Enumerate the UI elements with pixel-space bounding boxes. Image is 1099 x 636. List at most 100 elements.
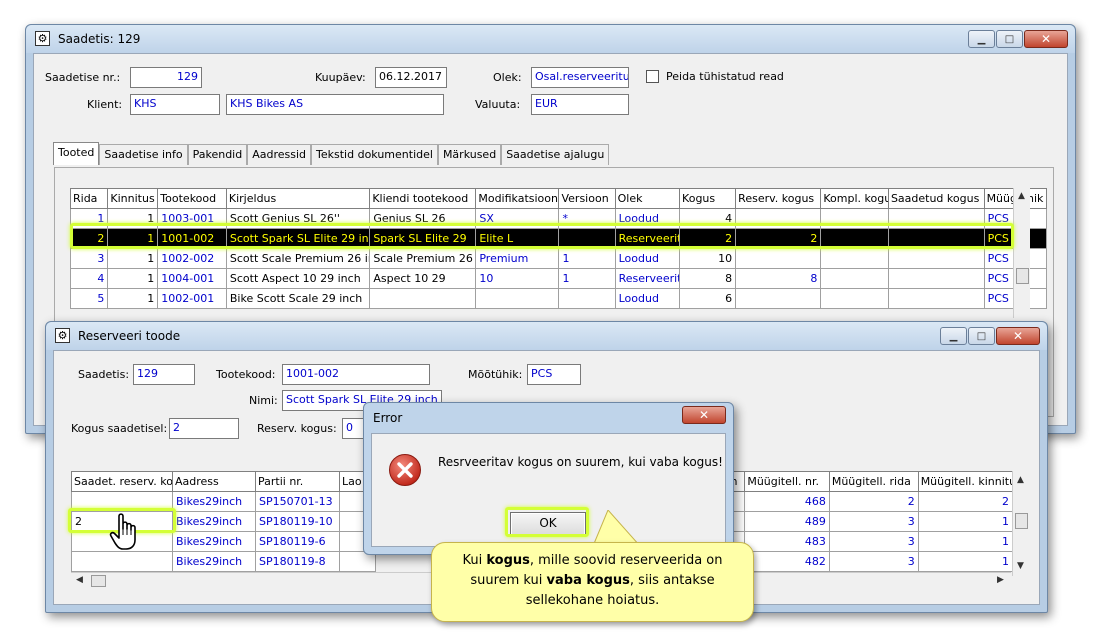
- shipment-qty-field[interactable]: 2: [169, 418, 239, 439]
- maximize-button[interactable]: □: [968, 327, 995, 345]
- tab-notes[interactable]: Märkused: [437, 144, 502, 165]
- currency-field[interactable]: EUR: [531, 94, 629, 115]
- grid-cell[interactable]: 1: [558, 268, 616, 289]
- grid-cell[interactable]: Loodud: [614, 288, 681, 309]
- grid-cell[interactable]: Aspect 10 29: [369, 268, 477, 289]
- grid-cell[interactable]: [887, 268, 985, 289]
- grid-cell[interactable]: [369, 288, 477, 309]
- col-header-reserve-qty[interactable]: Saadet. reserv. kogus: [71, 471, 173, 492]
- tab-shipment-history[interactable]: Saadetise ajalugu: [501, 144, 610, 165]
- col-header-description[interactable]: Kirjeldus: [225, 188, 371, 209]
- grid-cell[interactable]: [820, 248, 889, 269]
- grid-cell[interactable]: 468: [744, 491, 830, 512]
- grid-cell[interactable]: 1: [107, 248, 159, 269]
- reserve-unit-field[interactable]: PCS: [527, 364, 581, 385]
- grid-cell[interactable]: 483: [744, 531, 830, 552]
- grid-cell[interactable]: 482: [744, 551, 830, 572]
- grid-cell[interactable]: Loodud: [614, 248, 681, 269]
- tab-shipment-info[interactable]: Saadetise info: [99, 144, 188, 165]
- grid-cell[interactable]: 1: [107, 288, 159, 309]
- minimize-button[interactable]: ▁: [940, 327, 967, 345]
- grid-cell[interactable]: 1002-002: [157, 248, 227, 269]
- col-header-sales-order-confirmation[interactable]: Müügitell. kinnitus: [917, 471, 1014, 492]
- scroll-thumb[interactable]: [1015, 513, 1028, 529]
- grid-cell[interactable]: 1: [107, 268, 159, 289]
- grid-cell[interactable]: 2: [917, 491, 1014, 512]
- col-header-version[interactable]: Versioon: [558, 188, 616, 209]
- table-row[interactable]: 482 3 1: [713, 551, 1014, 572]
- col-header-sent-qty[interactable]: Saadetud kogus: [887, 188, 985, 209]
- client-name-field[interactable]: KHS Bikes AS: [226, 94, 444, 115]
- grid-cell[interactable]: [887, 288, 985, 309]
- grid-cell[interactable]: 5: [69, 288, 109, 309]
- close-button[interactable]: ✕: [996, 327, 1040, 345]
- scroll-up-arrow-icon[interactable]: ▲: [1017, 475, 1024, 485]
- status-field[interactable]: Osal.reserveeritud: [531, 67, 629, 88]
- grid-cell[interactable]: 489: [744, 511, 830, 532]
- table-row[interactable]: Bikes29inch SP180119-8: [71, 551, 376, 572]
- col-header-batch-no[interactable]: Partii nr.: [255, 471, 340, 492]
- grid-cell[interactable]: Scale Premium 26: [369, 248, 477, 269]
- reserve-grid-vscrollbar[interactable]: ▲ ▼: [1012, 471, 1029, 576]
- products-grid-scrollbar[interactable]: ▲: [1013, 188, 1030, 318]
- error-close-button[interactable]: ✕: [682, 406, 726, 424]
- grid-cell[interactable]: Scott Aspect 10 29 inch: [225, 268, 371, 289]
- reserve-code-field[interactable]: 1001-002: [282, 364, 430, 385]
- col-header-sales-order-no[interactable]: Müügitell. nr.: [744, 471, 830, 492]
- grid-cell[interactable]: 3: [828, 511, 919, 532]
- grid-cell[interactable]: 3: [828, 551, 919, 572]
- grid-cell[interactable]: [887, 248, 985, 269]
- tab-addresses[interactable]: Aadressid: [247, 144, 312, 165]
- scroll-left-arrow-icon[interactable]: ◀: [76, 575, 83, 585]
- tab-products[interactable]: Tooted: [53, 142, 100, 165]
- col-header-quantity[interactable]: Kogus: [679, 188, 737, 209]
- grid-cell[interactable]: 3: [69, 248, 109, 269]
- tab-document-texts[interactable]: Tekstid dokumentidel: [311, 144, 438, 165]
- grid-cell[interactable]: 1: [558, 248, 616, 269]
- grid-cell[interactable]: [558, 288, 616, 309]
- table-row[interactable]: 489 3 1: [713, 511, 1014, 532]
- grid-cell[interactable]: 1004-001: [157, 268, 227, 289]
- col-header-row[interactable]: Rida: [69, 188, 109, 209]
- grid-cell[interactable]: 1: [917, 551, 1014, 572]
- client-code-field[interactable]: KHS: [130, 94, 220, 115]
- scroll-up-arrow-icon[interactable]: ▲: [1018, 191, 1025, 201]
- reserve-shipment-field[interactable]: 129: [133, 364, 195, 385]
- grid-cell[interactable]: Bikes29inch: [172, 551, 256, 572]
- reserve-titlebar[interactable]: ⚙ Reserveeri toode ▁ □ ✕: [46, 322, 1047, 350]
- grid-cell[interactable]: 8: [735, 268, 822, 289]
- grid-cell[interactable]: SP180119-10: [255, 511, 340, 532]
- grid-cell[interactable]: [820, 268, 889, 289]
- grid-cell[interactable]: SP150701-13: [255, 491, 340, 512]
- grid-cell[interactable]: [820, 288, 889, 309]
- grid-cell[interactable]: 10: [679, 248, 737, 269]
- grid-cell[interactable]: [71, 551, 173, 572]
- grid-cell[interactable]: 2: [828, 491, 919, 512]
- col-header-reserved-qty[interactable]: Reserv. kogus: [735, 188, 822, 209]
- shipment-titlebar[interactable]: ⚙ Saadetis: 129 ▁ □ ✕: [26, 25, 1075, 53]
- col-header-address[interactable]: Aadress: [172, 471, 256, 492]
- grid-cell[interactable]: SP180119-6: [255, 531, 340, 552]
- shipment-no-field[interactable]: 129: [130, 67, 202, 88]
- grid-cell[interactable]: 10: [475, 268, 560, 289]
- scroll-right-arrow-icon[interactable]: ▶: [997, 575, 1004, 585]
- tab-packages[interactable]: Pakendid: [187, 144, 248, 165]
- col-header-status[interactable]: Olek: [614, 188, 681, 209]
- col-header-client-code[interactable]: Kliendi tootekood: [369, 188, 477, 209]
- scroll-thumb[interactable]: [91, 575, 106, 587]
- grid-cell[interactable]: 3: [828, 531, 919, 552]
- grid-cell[interactable]: Bike Scott Scale 29 inch: [225, 288, 371, 309]
- grid-cell[interactable]: 4: [69, 268, 109, 289]
- grid-cell[interactable]: Bikes29inch: [172, 491, 256, 512]
- grid-cell[interactable]: [735, 248, 822, 269]
- grid-cell[interactable]: SP180119-8: [255, 551, 340, 572]
- grid-cell[interactable]: Reserveeritud: [614, 268, 681, 289]
- date-field[interactable]: 06.12.2017: [375, 67, 447, 88]
- scroll-thumb[interactable]: [1016, 268, 1029, 284]
- grid-cell[interactable]: [475, 288, 560, 309]
- col-header-kit-qty[interactable]: Kompl. kogus: [820, 188, 889, 209]
- grid-cell[interactable]: 8: [679, 268, 737, 289]
- col-header-confirmation[interactable]: Kinnitus: [107, 188, 159, 209]
- hide-cancelled-checkbox[interactable]: [646, 70, 659, 83]
- col-header-modification[interactable]: Modifikatsioon: [475, 188, 560, 209]
